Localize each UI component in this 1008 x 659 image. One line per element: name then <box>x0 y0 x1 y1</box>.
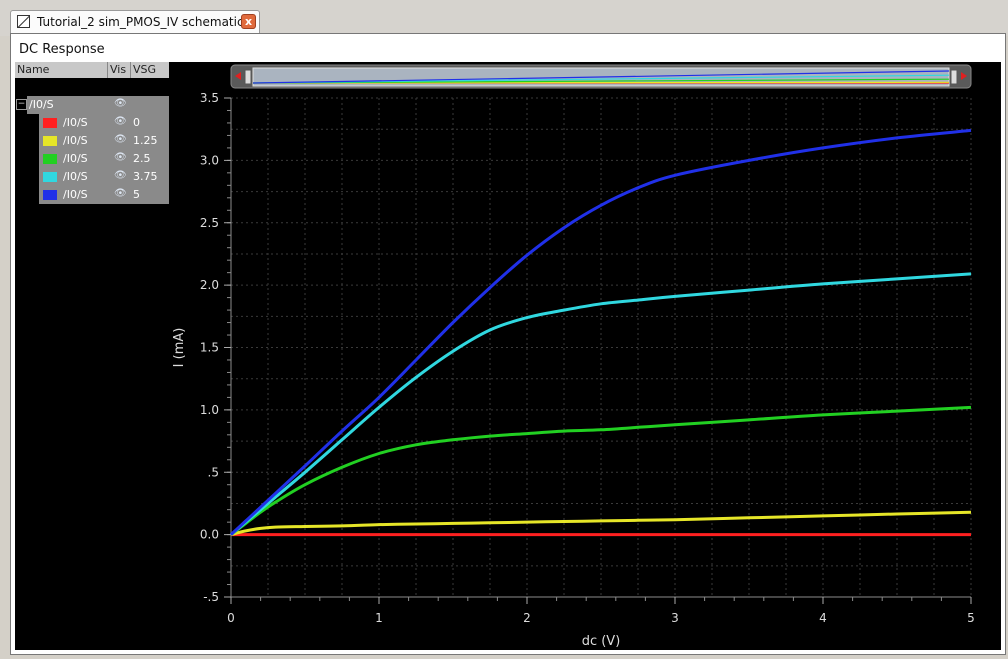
trace-color-swatch <box>43 190 57 200</box>
x-tick-label: 4 <box>819 611 827 625</box>
trace-vsg-value: 2.5 <box>133 152 151 165</box>
visibility-eye-icon[interactable]: 👁 <box>114 116 127 127</box>
trace-row[interactable]: /I0/S 👁 2.5 <box>39 150 169 168</box>
visibility-eye-icon[interactable]: 👁 <box>114 152 127 163</box>
visibility-eye-icon[interactable]: 👁 <box>114 134 127 145</box>
y-tick-label: 2.0 <box>200 278 219 292</box>
waveform-window: DC Response Name Vis VSG −/I0/S 👁/I0/S 👁 0/… <box>10 33 1006 655</box>
trace-row[interactable]: /I0/S 👁 0 <box>39 114 169 132</box>
close-tab-icon[interactable]: x <box>241 14 256 29</box>
trace-name: /I0/S <box>63 116 88 129</box>
waveform-window-icon <box>17 15 30 28</box>
waveform-content: Name Vis VSG −/I0/S 👁/I0/S 👁 0/I0/S 👁 1.25/I0… <box>15 62 1001 650</box>
x-tick-label: 0 <box>227 611 235 625</box>
trace-name: /I0/S <box>63 134 88 147</box>
visibility-eye-icon[interactable]: 👁 <box>114 188 127 199</box>
y-axis-label: I (mA) <box>173 328 187 368</box>
header-name[interactable]: Name <box>17 63 49 76</box>
overview-strip[interactable] <box>230 64 972 89</box>
y-tick-label: .5 <box>208 465 219 479</box>
trace-vsg-value: 0 <box>133 116 140 129</box>
y-tick-label: 0.0 <box>200 528 219 542</box>
trace-color-swatch <box>43 154 57 164</box>
trace-group-name: /I0/S <box>29 98 54 111</box>
trace-row[interactable]: /I0/S 👁 1.25 <box>39 132 169 150</box>
y-tick-label: 3.5 <box>200 91 219 105</box>
trace-color-swatch <box>43 118 57 128</box>
plot-area[interactable]: 0 1 2 3 4 5 -.5 0.0 .5 1.0 1.5 2.0 2.5 3.0 3.5 dc (V) I … <box>173 62 1001 650</box>
tab-schematic[interactable]: Tutorial_2 sim_PMOS_IV schematic x <box>10 10 260 33</box>
trace-vsg-value: 3.75 <box>133 170 158 183</box>
visibility-eye-icon[interactable]: 👁 <box>114 170 127 181</box>
trace-color-swatch <box>43 136 57 146</box>
header-vsg[interactable]: VSG <box>133 63 156 76</box>
x-tick-label: 1 <box>375 611 383 625</box>
trace-color-swatch <box>43 172 57 182</box>
header-vis[interactable]: Vis <box>110 63 126 76</box>
y-tick-label: 1.0 <box>200 403 219 417</box>
dc-response-chart: 0 1 2 3 4 5 -.5 0.0 .5 1.0 1.5 2.0 2.5 3.0 3.5 dc (V) I … <box>173 64 975 649</box>
tab-bar: Tutorial_2 sim_PMOS_IV schematic x <box>0 0 1008 36</box>
y-tick-label: 1.5 <box>200 341 219 355</box>
trace-browser: Name Vis VSG −/I0/S 👁/I0/S 👁 0/I0/S 👁 1.25/I0… <box>15 62 169 650</box>
visibility-eye-icon[interactable]: 👁 <box>114 98 127 109</box>
trace-browser-header: Name Vis VSG <box>15 62 169 78</box>
x-tick-label: 2 <box>523 611 531 625</box>
trace-row[interactable]: /I0/S 👁 5 <box>39 186 169 204</box>
x-tick-label: 5 <box>967 611 975 625</box>
trace-name: /I0/S <box>63 152 88 165</box>
left-handle-icon[interactable] <box>244 69 252 85</box>
trace-name: /I0/S <box>63 188 88 201</box>
window-title: DC Response <box>19 42 105 57</box>
y-tick-label: -.5 <box>203 590 219 604</box>
y-tick-label: 2.5 <box>200 216 219 230</box>
trace-row[interactable]: /I0/S 👁 3.75 <box>39 168 169 186</box>
trace-name: /I0/S <box>63 170 88 183</box>
y-tick-label: 3.0 <box>200 153 219 167</box>
right-handle-icon[interactable] <box>950 69 958 85</box>
collapse-toggle-icon[interactable]: − <box>16 99 27 110</box>
x-axis-label: dc (V) <box>582 634 621 649</box>
trace-vsg-value: 1.25 <box>133 134 158 147</box>
tab-title: Tutorial_2 sim_PMOS_IV schematic <box>37 15 244 29</box>
trace-vsg-value: 5 <box>133 188 140 201</box>
x-tick-label: 3 <box>671 611 679 625</box>
trace-group-row[interactable]: −/I0/S 👁 <box>16 96 169 114</box>
